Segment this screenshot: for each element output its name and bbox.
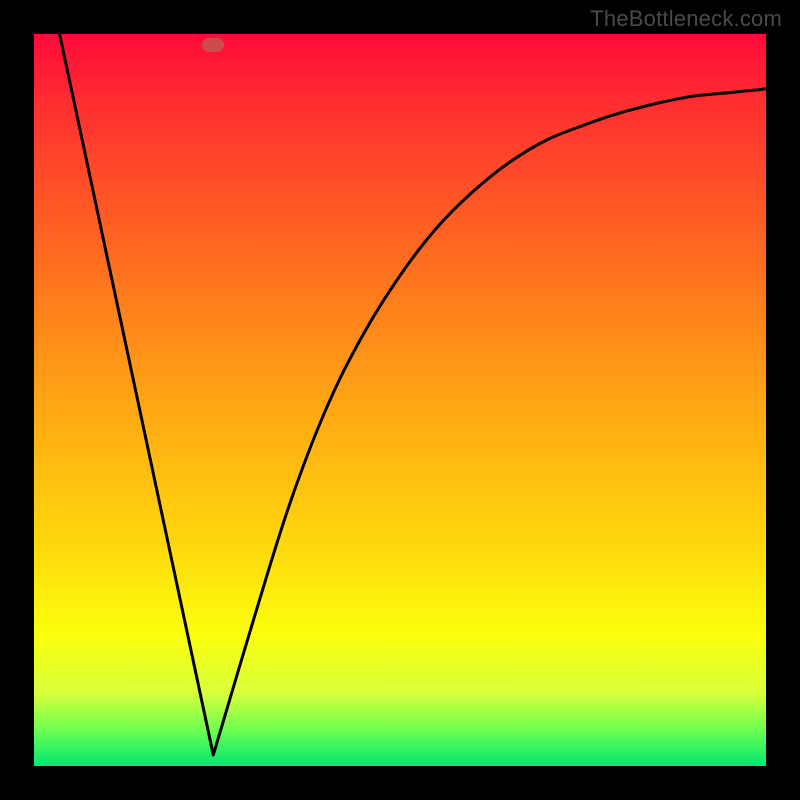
bottleneck-curve	[34, 34, 766, 766]
plot-area	[34, 34, 766, 766]
chart-frame: TheBottleneck.com	[0, 0, 800, 800]
curve-path	[60, 34, 766, 755]
watermark-text: TheBottleneck.com	[590, 6, 782, 32]
minimum-marker	[202, 38, 224, 52]
